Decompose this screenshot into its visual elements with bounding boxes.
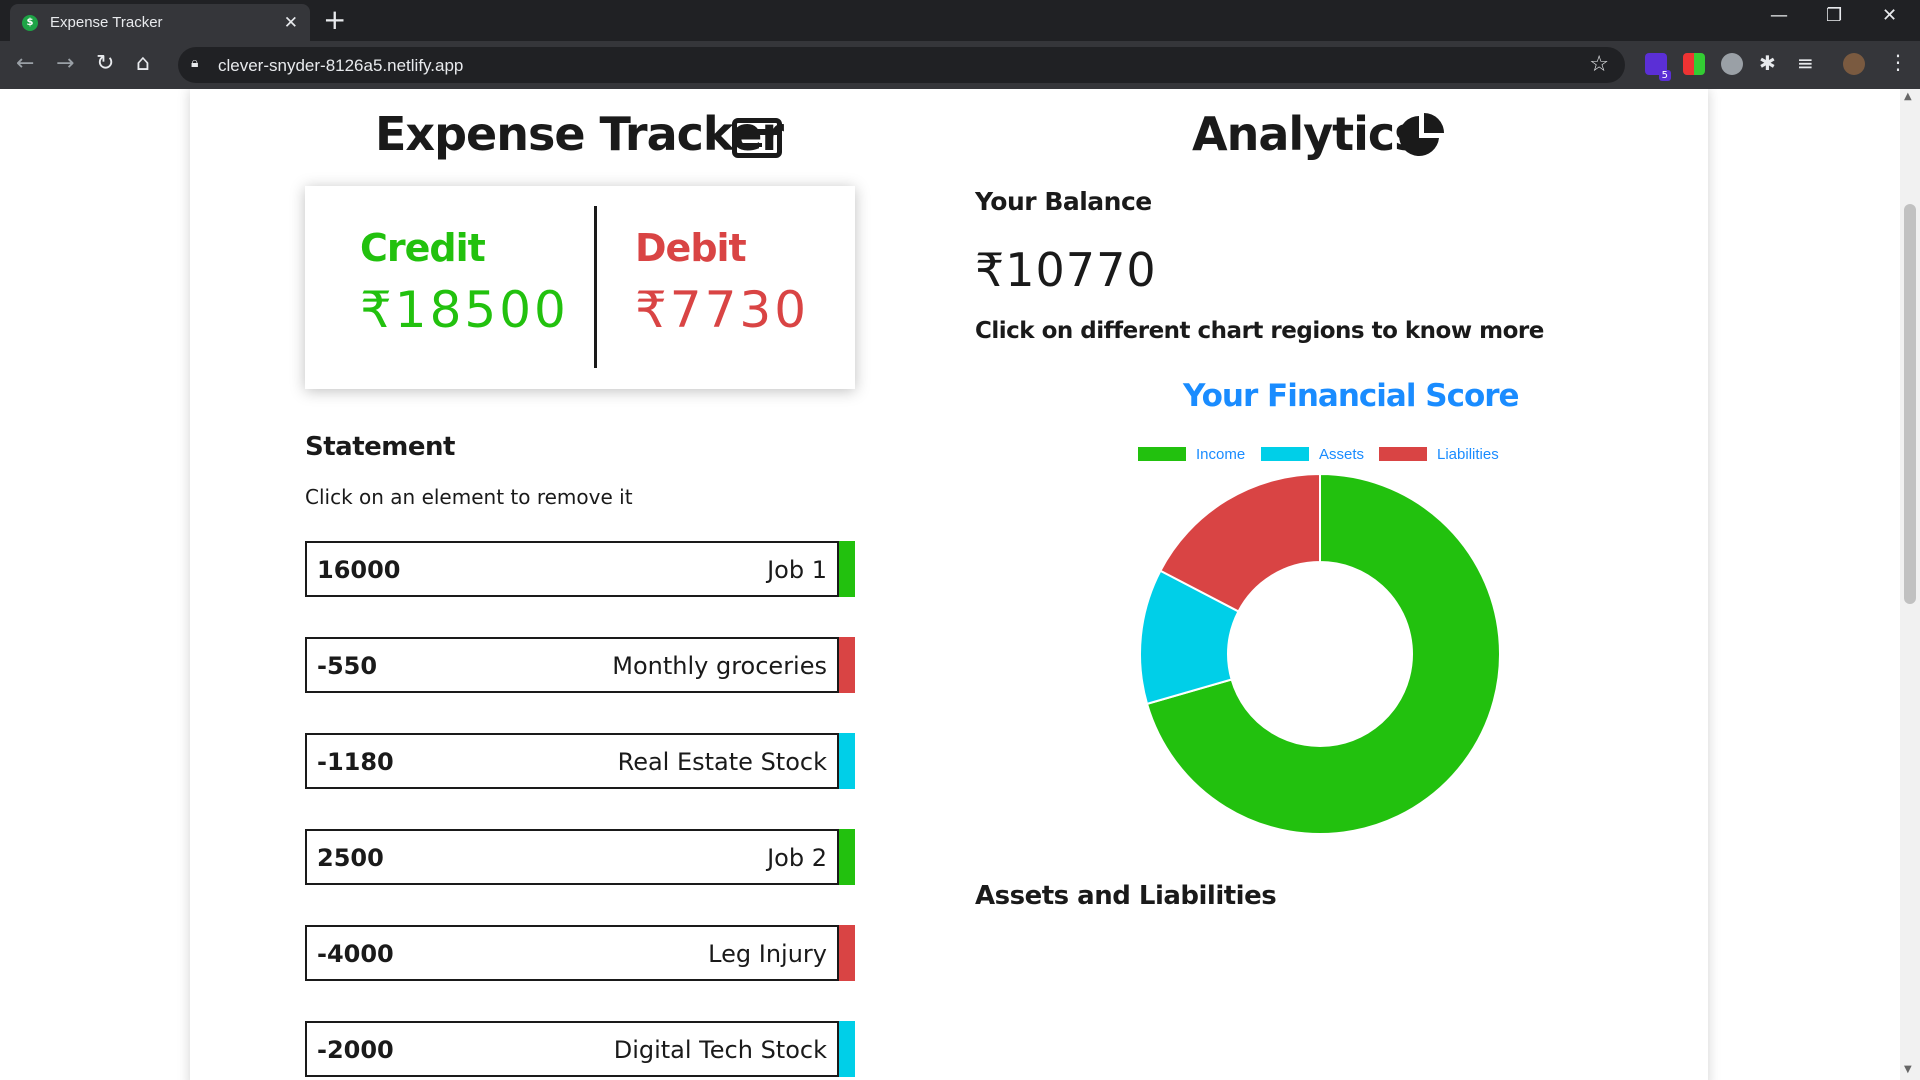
- liabilities-swatch: [1379, 447, 1427, 461]
- extension-badge: 5: [1658, 70, 1671, 81]
- legend-item-assets[interactable]: Assets: [1261, 444, 1364, 464]
- credit-card-icon: [732, 118, 782, 158]
- favicon-icon: $: [22, 14, 38, 31]
- statement-row-box: -550 Monthly groceries: [305, 637, 839, 693]
- chart-title: Your Financial Score: [1183, 378, 1520, 414]
- statement-row-box: -4000 Leg Injury: [305, 925, 839, 981]
- liability-indicator: [839, 637, 855, 693]
- url-text: clever-snyder-8126a5.netlify.app: [218, 56, 464, 75]
- row-amount: -1180: [317, 748, 394, 776]
- tab-close-icon[interactable]: ✕: [284, 13, 298, 33]
- forward-icon[interactable]: →: [56, 51, 74, 76]
- analytics-title: Analytics: [1192, 107, 1422, 161]
- balance-value: ₹10770: [975, 243, 1157, 297]
- statement-row[interactable]: -1180 Real Estate Stock: [305, 733, 855, 789]
- row-description: Job 1: [767, 556, 827, 584]
- page-scrollbar[interactable]: ▲ ▼: [1900, 89, 1920, 1080]
- debit-value: ₹7730: [635, 281, 810, 339]
- legend-item-income[interactable]: Income: [1138, 444, 1245, 464]
- bookmark-star-icon[interactable]: ☆: [1589, 52, 1609, 77]
- address-bar[interactable]: 🔒︎ clever-snyder-8126a5.netlify.app ☆: [178, 47, 1625, 83]
- statement-row-box: -1180 Real Estate Stock: [305, 733, 839, 789]
- extension-icon[interactable]: 5: [1645, 53, 1671, 81]
- statement-row-box: 2500 Job 2: [305, 829, 839, 885]
- browser-toolbar: ← → ↻ ⌂ 🔒︎ clever-snyder-8126a5.netlify.…: [0, 41, 1920, 89]
- browser-titlebar: $ Expense Tracker ✕ + — ❐ ✕: [0, 0, 1920, 41]
- legend-label: Assets: [1319, 445, 1365, 463]
- statement-hint: Click on an element to remove it: [305, 485, 633, 509]
- assets-swatch: [1261, 447, 1309, 461]
- row-amount: 16000: [317, 556, 401, 584]
- media-extension-icon[interactable]: [1721, 53, 1743, 75]
- row-amount: -550: [317, 652, 378, 680]
- lock-icon: 🔒︎: [191, 55, 199, 71]
- reading-list-icon[interactable]: ≡: [1797, 51, 1814, 75]
- row-amount: 2500: [317, 844, 384, 872]
- scroll-up-icon[interactable]: ▲: [1904, 91, 1912, 102]
- scroll-down-icon[interactable]: ▼: [1904, 1064, 1912, 1075]
- new-tab-icon[interactable]: +: [323, 6, 346, 34]
- row-description: Digital Tech Stock: [613, 1036, 827, 1064]
- row-amount: -2000: [317, 1036, 394, 1064]
- financial-score-donut-chart[interactable]: [1138, 472, 1502, 836]
- row-description: Monthly groceries: [612, 652, 827, 680]
- statement-row-box: 16000 Job 1: [305, 541, 839, 597]
- pie-chart-icon: [1399, 113, 1444, 156]
- statement-title: Statement: [305, 432, 455, 462]
- credit-label: Credit: [360, 226, 486, 270]
- statement-row[interactable]: -550 Monthly groceries: [305, 637, 855, 693]
- reload-icon[interactable]: ↻: [96, 51, 114, 76]
- statement-row-box: -2000 Digital Tech Stock: [305, 1021, 839, 1077]
- income-swatch: [1138, 447, 1186, 461]
- statement-row[interactable]: 2500 Job 2: [305, 829, 855, 885]
- legend-label: Income: [1196, 445, 1246, 463]
- row-description: Job 2: [767, 844, 827, 872]
- avatar[interactable]: [1843, 53, 1865, 75]
- legend-item-liabilities[interactable]: Liabilities: [1379, 444, 1499, 464]
- debit-label: Debit: [635, 226, 747, 270]
- extensions-puzzle-icon[interactable]: ✱: [1759, 51, 1776, 75]
- legend-label: Liabilities: [1437, 445, 1499, 463]
- balance-summary-card: Credit ₹18500 Debit ₹7730: [305, 186, 855, 389]
- minimize-icon[interactable]: —: [1770, 5, 1788, 26]
- asset-indicator: [839, 1021, 855, 1077]
- browser-tab[interactable]: $ Expense Tracker ✕: [10, 4, 310, 41]
- home-icon[interactable]: ⌂: [136, 51, 150, 76]
- back-icon[interactable]: ←: [16, 51, 34, 76]
- income-indicator: [839, 541, 855, 597]
- asset-indicator: [839, 733, 855, 789]
- extension-icon[interactable]: [1683, 53, 1705, 75]
- summary-divider: [594, 206, 597, 368]
- statement-row[interactable]: -4000 Leg Injury: [305, 925, 855, 981]
- row-description: Real Estate Stock: [617, 748, 827, 776]
- close-window-icon[interactable]: ✕: [1882, 5, 1897, 26]
- menu-kebab-icon[interactable]: ⋮: [1888, 50, 1908, 74]
- statement-row[interactable]: 16000 Job 1: [305, 541, 855, 597]
- income-indicator: [839, 829, 855, 885]
- liability-indicator: [839, 925, 855, 981]
- page-viewport: Expense Tracker Credit ₹18500 Debit ₹773…: [0, 89, 1900, 1080]
- restore-icon[interactable]: ❐: [1826, 5, 1842, 26]
- credit-value: ₹18500: [360, 281, 569, 339]
- row-description: Leg Injury: [708, 940, 827, 968]
- tracker-title: Expense Tracker: [375, 107, 784, 161]
- balance-label: Your Balance: [975, 187, 1152, 216]
- assets-liabilities-title: Assets and Liabilities: [975, 881, 1277, 911]
- row-amount: -4000: [317, 940, 394, 968]
- scroll-thumb[interactable]: [1904, 204, 1916, 604]
- chart-hint: Click on different chart regions to know…: [975, 318, 1544, 344]
- tab-title: Expense Tracker: [50, 14, 163, 31]
- statement-row[interactable]: -2000 Digital Tech Stock: [305, 1021, 855, 1077]
